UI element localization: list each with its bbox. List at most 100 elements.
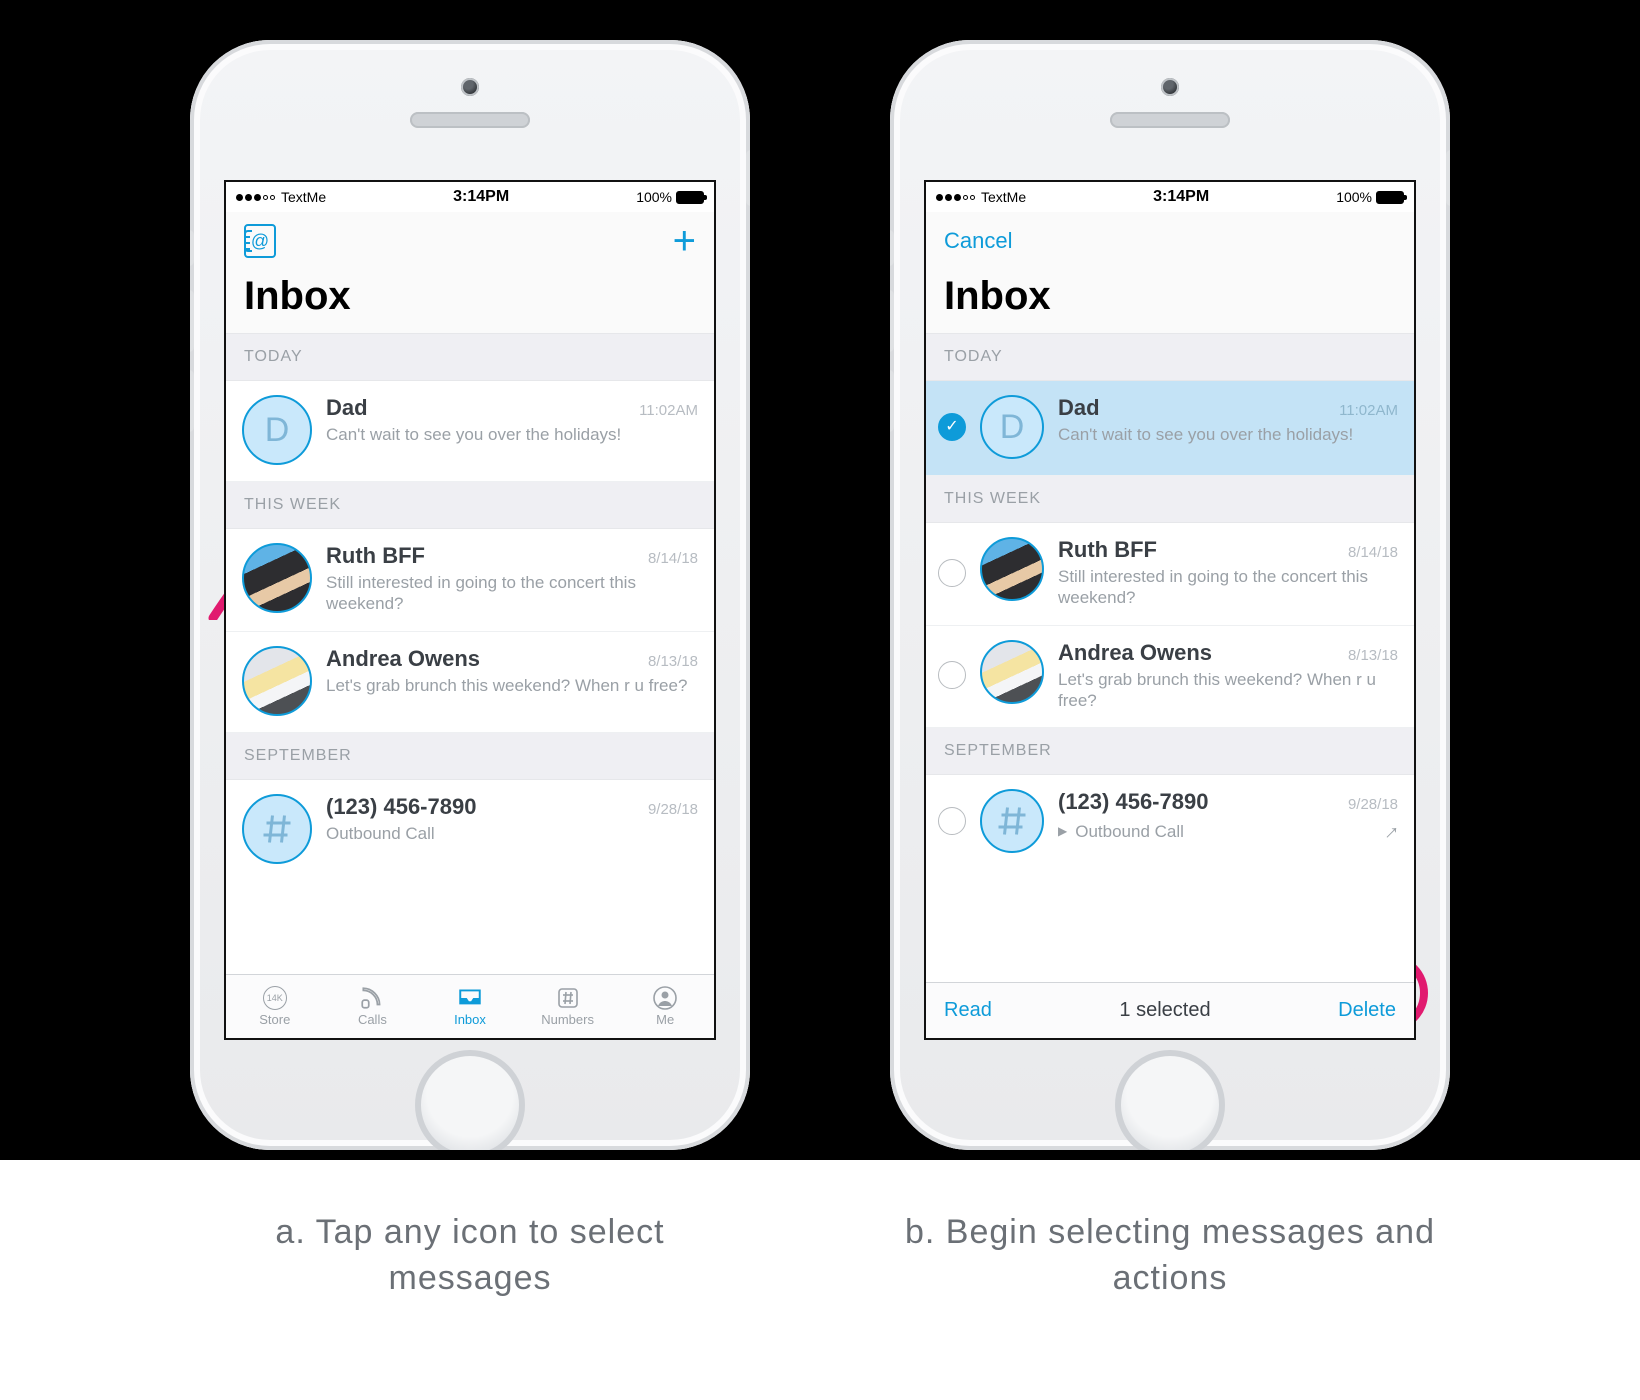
convo-name: (123) 456-7890 (1058, 789, 1208, 815)
inbox-list-edit[interactable]: TODAY D Dad 11:02AM Can't wait to see yo… (926, 334, 1414, 982)
status-time: 3:14PM (1026, 188, 1336, 206)
status-bar: TextMe 3:14PM 100% (226, 182, 714, 212)
convo-time: 8/14/18 (1348, 544, 1398, 561)
convo-ruth[interactable]: Ruth BFF 8/14/18 Still interested in goi… (226, 529, 714, 632)
select-checkbox[interactable] (938, 559, 966, 587)
battery-icon (1376, 191, 1404, 204)
tab-store[interactable]: 14K Store (226, 975, 324, 1038)
cancel-button[interactable]: Cancel (944, 228, 1012, 254)
caption-a: a. Tap any icon to select messages (190, 1160, 750, 1400)
select-checkbox[interactable] (938, 661, 966, 689)
earpiece (410, 112, 530, 128)
delete-button[interactable]: Delete (1338, 999, 1396, 1022)
convo-preview: Still interested in going to the concert… (1058, 566, 1398, 609)
mark-read-button[interactable]: Read (944, 999, 992, 1022)
nav-bar-edit: Cancel (926, 212, 1414, 270)
tab-me[interactable]: Me (616, 975, 714, 1038)
convo-andrea[interactable]: Andrea Owens 8/13/18 Let's grab brunch t… (226, 632, 714, 733)
inbox-list[interactable]: TODAY D Dad 11:02AM Can't wait to see yo… (226, 334, 714, 974)
home-button[interactable] (415, 1050, 525, 1150)
tab-label: Store (259, 1012, 290, 1027)
tab-label: Calls (358, 1012, 387, 1027)
convo-preview: Can't wait to see you over the holidays! (1058, 424, 1398, 445)
front-camera (461, 78, 479, 96)
tab-calls[interactable]: Calls (324, 975, 422, 1038)
hash-icon (259, 811, 295, 847)
convo-preview: Can't wait to see you over the holidays! (326, 424, 698, 445)
section-this-week: THIS WEEK (926, 476, 1414, 523)
convo-time: 8/14/18 (648, 550, 698, 567)
carrier-label: TextMe (281, 189, 326, 205)
screen-a: TextMe 3:14PM 100% @ + Inbox TODAY (224, 180, 716, 1040)
select-checkbox[interactable] (938, 413, 966, 441)
convo-name: Andrea Owens (326, 646, 480, 672)
nav-bar: @ + (226, 212, 714, 270)
section-september: SEPTEMBER (226, 733, 714, 780)
section-today: TODAY (926, 334, 1414, 381)
inbox-icon (456, 986, 484, 1010)
avatar-call[interactable] (980, 789, 1044, 853)
convo-time: 11:02AM (639, 402, 698, 419)
screen-b: TextMe 3:14PM 100% Cancel Inbox TODAY D (924, 180, 1416, 1040)
convo-outbound-call[interactable]: (123) 456-7890 9/28/18 ▶ Outbound Call ↑ (926, 775, 1414, 869)
carrier-label: TextMe (981, 189, 1026, 205)
tab-label: Inbox (454, 1012, 486, 1027)
section-this-week: THIS WEEK (226, 482, 714, 529)
convo-outbound-call[interactable]: (123) 456-7890 9/28/18 Outbound Call (226, 780, 714, 864)
store-icon: 14K (261, 986, 289, 1010)
play-icon: ▶ (1058, 824, 1067, 839)
phone-icon (358, 986, 386, 1010)
numbers-icon (554, 986, 582, 1010)
tab-numbers[interactable]: Numbers (519, 975, 617, 1038)
caption-b: b. Begin selecting messages and actions (890, 1160, 1450, 1400)
convo-name: Dad (326, 395, 368, 421)
signal-icon (236, 194, 275, 201)
avatar-ruth[interactable] (980, 537, 1044, 601)
tab-inbox[interactable]: Inbox (421, 975, 519, 1038)
avatar-andrea[interactable] (980, 640, 1044, 704)
avatar-initial: D (1000, 408, 1025, 447)
convo-dad[interactable]: D Dad 11:02AM Can't wait to see you over… (926, 381, 1414, 476)
hash-icon (994, 803, 1030, 839)
avatar-ruth[interactable] (242, 543, 312, 613)
convo-preview: Outbound Call (326, 824, 435, 843)
convo-preview: Let's grab brunch this weekend? When r u… (326, 675, 698, 696)
signal-icon (936, 194, 975, 201)
avatar-andrea[interactable] (242, 646, 312, 716)
contacts-button[interactable]: @ (244, 224, 276, 258)
page-title: Inbox (926, 270, 1414, 334)
convo-ruth[interactable]: Ruth BFF 8/14/18 Still interested in goi… (926, 523, 1414, 626)
tab-label: Numbers (541, 1012, 594, 1027)
volume-down (890, 370, 894, 432)
convo-time: 8/13/18 (1348, 647, 1398, 664)
avatar-call[interactable] (242, 794, 312, 864)
select-checkbox[interactable] (938, 807, 966, 835)
battery-pct: 100% (1336, 189, 1372, 205)
volume-down (190, 370, 194, 432)
avatar-initial: D (265, 411, 290, 450)
status-time: 3:14PM (326, 188, 636, 206)
convo-preview: Let's grab brunch this weekend? When r u… (1058, 669, 1398, 712)
volume-up (890, 290, 894, 352)
convo-name: Ruth BFF (326, 543, 425, 569)
profile-icon (651, 986, 679, 1010)
section-today: TODAY (226, 334, 714, 381)
mute-switch (890, 230, 894, 266)
convo-time: 9/28/18 (648, 801, 698, 818)
convo-preview: Still interested in going to the concert… (326, 572, 698, 615)
home-button[interactable] (1115, 1050, 1225, 1150)
convo-time: 11:02AM (1339, 402, 1398, 419)
selected-count: 1 selected (1119, 999, 1210, 1022)
device-a: TextMe 3:14PM 100% @ + Inbox TODAY (190, 40, 750, 1150)
tab-bar: 14K Store Calls (226, 974, 714, 1038)
power-button (1446, 150, 1450, 206)
status-bar: TextMe 3:14PM 100% (926, 182, 1414, 212)
power-button (746, 150, 750, 206)
device-b: TextMe 3:14PM 100% Cancel Inbox TODAY D (890, 40, 1450, 1150)
avatar-dad[interactable]: D (242, 395, 312, 465)
convo-dad[interactable]: D Dad 11:02AM Can't wait to see you over… (226, 381, 714, 482)
mute-switch (190, 230, 194, 266)
avatar-dad[interactable]: D (980, 395, 1044, 459)
convo-andrea[interactable]: Andrea Owens 8/13/18 Let's grab brunch t… (926, 626, 1414, 729)
convo-time: 8/13/18 (648, 653, 698, 670)
